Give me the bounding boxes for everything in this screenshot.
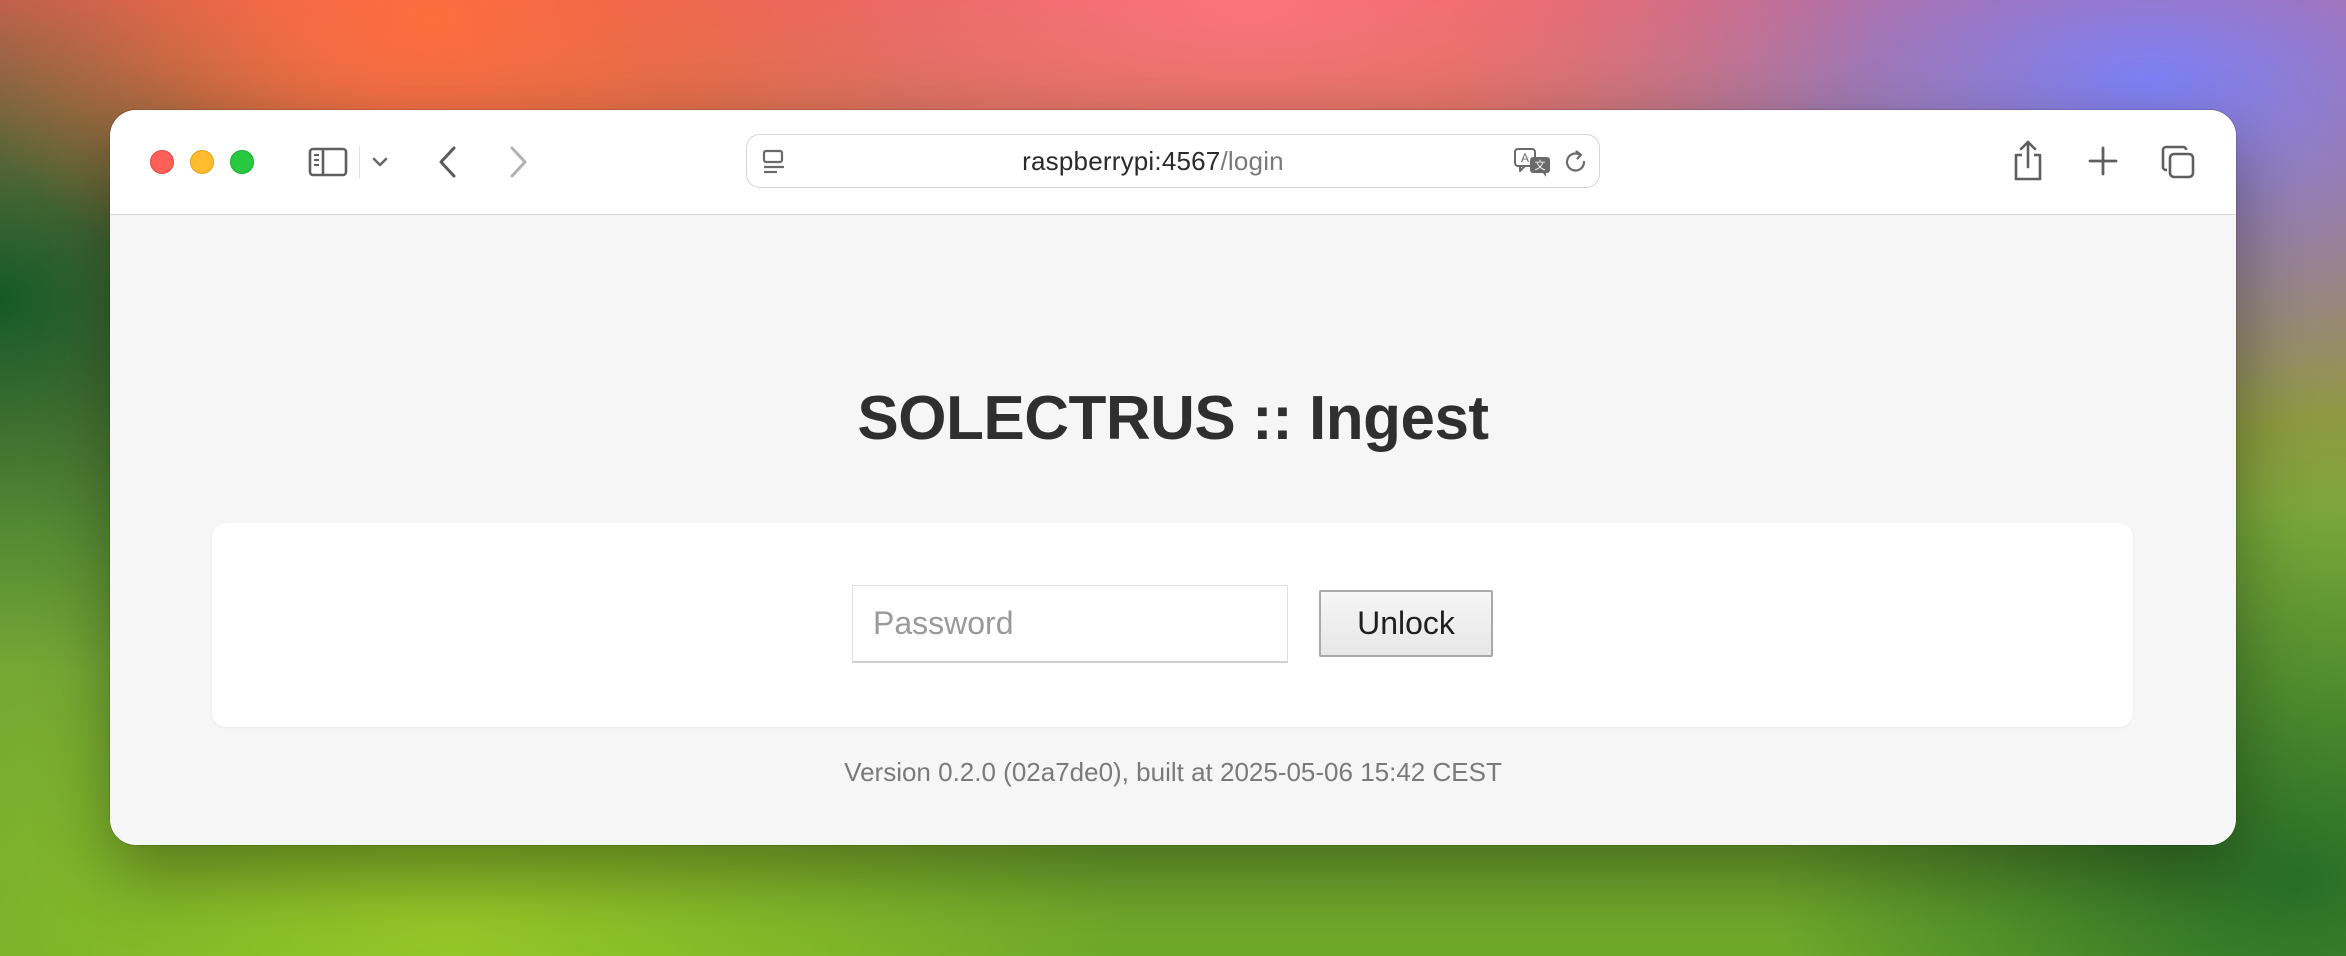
tab-overview-button[interactable] <box>2158 142 2198 182</box>
translate-icon[interactable]: A 文 <box>1513 145 1553 179</box>
close-window-button[interactable] <box>150 150 174 174</box>
sidebar-menu-button[interactable] <box>368 150 392 174</box>
back-button[interactable] <box>430 144 466 180</box>
chevron-down-icon <box>372 157 388 167</box>
toolbar-divider <box>359 146 360 178</box>
share-button[interactable] <box>2008 138 2048 184</box>
svg-text:文: 文 <box>1535 158 1546 172</box>
password-input[interactable] <box>852 585 1288 663</box>
url-text[interactable]: raspberrypi:4567/login <box>807 135 1499 187</box>
version-info: Version 0.2.0 (02a7de0), built at 2025-0… <box>844 757 1502 787</box>
url-host: raspberrypi:4567 <box>1022 145 1221 176</box>
page-content: SOLECTRUS :: Ingest Unlock Version 0.2.0… <box>110 215 2236 845</box>
chevron-left-icon <box>439 146 456 178</box>
browser-toolbar: raspberrypi:4567/login A 文 <box>110 110 2236 215</box>
tabs-overview-icon <box>2161 145 2195 179</box>
sidebar-icon <box>308 147 348 177</box>
svg-text:A: A <box>1521 151 1529 165</box>
login-card: Unlock <box>212 523 2133 727</box>
url-path: /login <box>1220 145 1284 176</box>
share-icon <box>2014 140 2042 181</box>
maximize-window-button[interactable] <box>230 150 254 174</box>
page-title: SOLECTRUS :: Ingest <box>857 384 1489 453</box>
browser-window: raspberrypi:4567/login A 文 SOLECTRUS:: … <box>110 110 2236 845</box>
sidebar-toggle-button[interactable] <box>306 142 350 182</box>
address-bar[interactable]: raspberrypi:4567/login A 文 <box>746 134 1600 188</box>
reader-mode-icon[interactable] <box>759 147 789 177</box>
new-tab-button[interactable] <box>2084 142 2122 180</box>
unlock-button[interactable]: Unlock <box>1319 590 1493 657</box>
chevron-right-icon <box>510 146 527 178</box>
minimize-window-button[interactable] <box>190 150 214 174</box>
reload-icon[interactable] <box>1562 148 1590 176</box>
forward-button[interactable] <box>500 144 536 180</box>
plus-icon <box>2088 146 2118 176</box>
